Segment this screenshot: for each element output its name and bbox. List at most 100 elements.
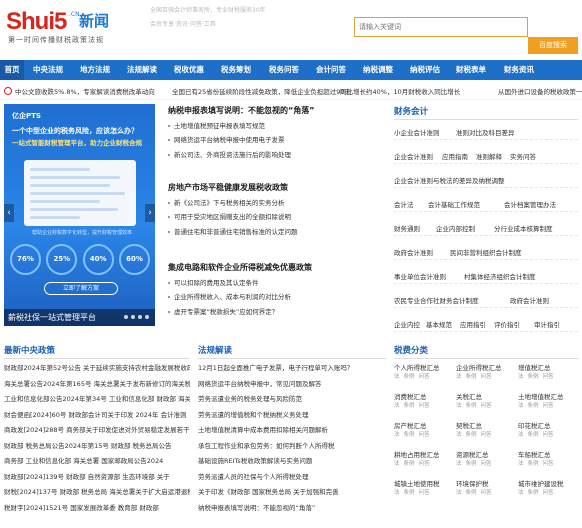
finance-link[interactable]: 企业内部控制 [436,222,475,236]
tax-category-sublink[interactable]: 问答 [543,490,554,496]
finance-link[interactable]: 小企业会计准则 [394,126,440,140]
tax-category-name[interactable]: 土地增值税汇总 [518,392,580,402]
policy-item[interactable]: 财会便函[2024]60号 财政部会计司关于印发 2024年 会计准则 [4,408,190,424]
interpretation-item[interactable]: 12月1日起全面推广电子发票，电子行程单可入账吗？ [198,361,386,377]
nav-item-tax-incentives[interactable]: 税收优惠 [166,60,212,80]
tax-category-cell[interactable]: 车船税汇总法条例 问答 [518,450,580,477]
tax-category-name[interactable]: 个人所得税汇总 [394,363,456,373]
carousel-next-icon[interactable]: › [145,204,155,222]
tax-category-sublink[interactable]: 条例 [528,374,539,380]
tax-category-sublink[interactable]: 法 [518,432,524,438]
carousel-dot[interactable] [124,315,128,319]
tax-category-name[interactable]: 契税汇总 [456,421,518,431]
tax-category-sublink[interactable]: 问答 [543,403,554,409]
tax-category-name[interactable]: 消费税汇总 [394,392,456,402]
ticker-item[interactable]: 全国已有25省份延续阶段性减免政策，降低企业负担超过90天 [172,84,351,99]
finance-link[interactable]: 民间非营利组织会计制度 [450,246,522,260]
finance-link[interactable]: 基本规范 [426,318,452,332]
interpretation-item[interactable]: 劳务派遣业务的税务处理与风险防范 [198,392,386,408]
tax-category-sublink[interactable]: 问答 [481,403,492,409]
finance-link[interactable]: 村集体经济组织会计制度 [464,270,536,284]
tax-category-sublink[interactable]: 法 [394,432,400,438]
tax-category-sublink[interactable]: 条例 [528,432,539,438]
tax-category-cell[interactable]: 房产税汇总法条例 问答 [394,421,456,448]
finance-link[interactable]: 财务通则 [394,222,420,236]
search-button[interactable]: 百度搜索 [528,37,578,54]
banner-cta-button[interactable]: 立即了解方案 [44,282,118,295]
section-title[interactable]: 法规解读 [198,343,386,359]
policy-item[interactable]: 税财字[2024]1521号 国家发展改革委 教育部 财政部 [4,501,190,517]
carousel-dot[interactable] [138,315,142,319]
news-item[interactable]: 可用于受灾地区捐赠支出的全额扣除说明 [168,210,380,225]
nav-item-central-regs[interactable]: 中央法规 [24,60,72,80]
interpretation-item[interactable]: 劳务派遣人员的社保与个人所得税处理 [198,470,386,486]
tax-category-sublink[interactable]: 问答 [419,374,430,380]
interpretation-item[interactable]: 承包工程作业和承包劳务：如何判断个人所得税 [198,439,386,455]
finance-link[interactable]: 准则对比及科目差异 [456,126,515,140]
tax-category-cell[interactable]: 耕地占用税汇总法条例 问答 [394,450,456,477]
tax-category-sublink[interactable]: 条例 [528,461,539,467]
tax-category-name[interactable]: 城镇土地使用税 [394,479,456,489]
finance-link[interactable]: 企业内控 [394,318,420,332]
finance-link[interactable]: 应用指引 [460,318,486,332]
tax-category-sublink[interactable]: 条例 [528,403,539,409]
tax-category-sublink[interactable]: 法 [518,374,524,380]
policy-item[interactable]: 商政发[2024]288号 商务部关于印发促进对外贸易稳定发展若干 [4,423,190,439]
tax-category-cell[interactable]: 增值税汇总法条例 问答 [518,363,580,390]
tax-category-sublink[interactable]: 法 [518,490,524,496]
nav-item-local-regs[interactable]: 地方法规 [72,60,118,80]
tax-category-sublink[interactable]: 问答 [481,374,492,380]
finance-link[interactable]: 会计法 [394,198,414,212]
carousel-prev-icon[interactable]: ‹ [4,204,14,222]
news-block-title[interactable]: 房地产市场平稳健康发展税收政策 [168,183,380,193]
finance-link[interactable]: 应用指南 [442,150,468,164]
section-title[interactable]: 财务会计 [394,104,578,120]
news-item[interactable]: 企业所得税收入、成本与利润的对比分析 [168,290,380,305]
tax-category-sublink[interactable]: 问答 [481,432,492,438]
tax-category-cell[interactable]: 契税汇总法条例 问答 [456,421,518,448]
tax-category-sublink[interactable]: 法 [394,461,400,467]
tax-category-sublink[interactable]: 法 [394,403,400,409]
tax-category-sublink[interactable]: 法 [456,374,462,380]
tax-category-sublink[interactable]: 问答 [543,461,554,467]
interpretation-item[interactable]: 网络货运平台纳税申报中，常见问题及解答 [198,377,386,393]
tax-category-sublink[interactable]: 问答 [481,461,492,467]
tax-category-sublink[interactable]: 法 [518,403,524,409]
finance-link[interactable]: 分行业成本核算制度 [494,222,553,236]
tax-category-sublink[interactable]: 法 [456,432,462,438]
interpretation-item[interactable]: 关于印发《财政部 国家税务总局 关于加强和完善 [198,485,386,501]
policy-item[interactable]: 商务部 工业和信息化部 海关总署 国家邮政局公告2024 [4,454,190,470]
finance-link[interactable]: 企业会计准则与税法的差异及纳税调整 [394,174,505,188]
policy-item[interactable]: 工业和信息化部公告2024年第34号 工业和信息化部 财政部 海关总署 [4,392,190,408]
finance-link[interactable]: 会计基础工作规范 [428,198,480,212]
finance-link[interactable]: 会计档案管理办法 [504,198,556,212]
carousel-dot[interactable] [145,315,149,319]
finance-link[interactable]: 评价指引 [494,318,520,332]
tax-category-sublink[interactable]: 问答 [481,490,492,496]
news-block-title[interactable]: 纳税申报表填写说明：不能忽视的“角落” [168,106,380,116]
finance-link[interactable]: 准则解释 [476,150,502,164]
nav-item-tax-forms[interactable]: 财税表单 [448,60,494,80]
nav-item-tax-planning[interactable]: 税务筹划 [212,60,260,80]
tax-category-name[interactable]: 房产税汇总 [394,421,456,431]
tax-category-sublink[interactable]: 条例 [404,461,415,467]
site-logo[interactable]: Shui5 .CN 新闻 第一时间传播财税政策法规 [6,8,126,48]
nav-item-home[interactable]: 首页 [0,60,24,80]
tax-category-sublink[interactable]: 问答 [419,403,430,409]
promo-carousel[interactable]: 亿企PTS 一个中型企业的税务风险，应该怎么办？ 一站式智能财税管理平台，助力企… [4,104,155,326]
tax-category-sublink[interactable]: 法 [518,461,524,467]
ticker-item[interactable]: 从国外进口设备的税收政策一览 [498,84,582,99]
interpretation-item[interactable]: 纳税申报表填写说明：不能忽视的“角落” [198,501,386,517]
nav-item-tax-adjustment[interactable]: 纳税调整 [354,60,402,80]
tax-category-name[interactable]: 城市维护建设税 [518,479,580,489]
tax-category-sublink[interactable]: 问答 [419,461,430,467]
tax-category-sublink[interactable]: 条例 [466,432,477,438]
tax-category-sublink[interactable]: 条例 [404,432,415,438]
tax-category-sublink[interactable]: 条例 [466,403,477,409]
tax-category-name[interactable]: 增值税汇总 [518,363,580,373]
tax-category-sublink[interactable]: 问答 [419,490,430,496]
nav-item-interpretation[interactable]: 法规解读 [118,60,166,80]
policy-item[interactable]: 海关总署公告2024年第165号 海关总署关于发布新修订的海关税则 [4,377,190,393]
tax-category-sublink[interactable]: 条例 [404,490,415,496]
tax-category-name[interactable]: 企业所得税汇总 [456,363,518,373]
